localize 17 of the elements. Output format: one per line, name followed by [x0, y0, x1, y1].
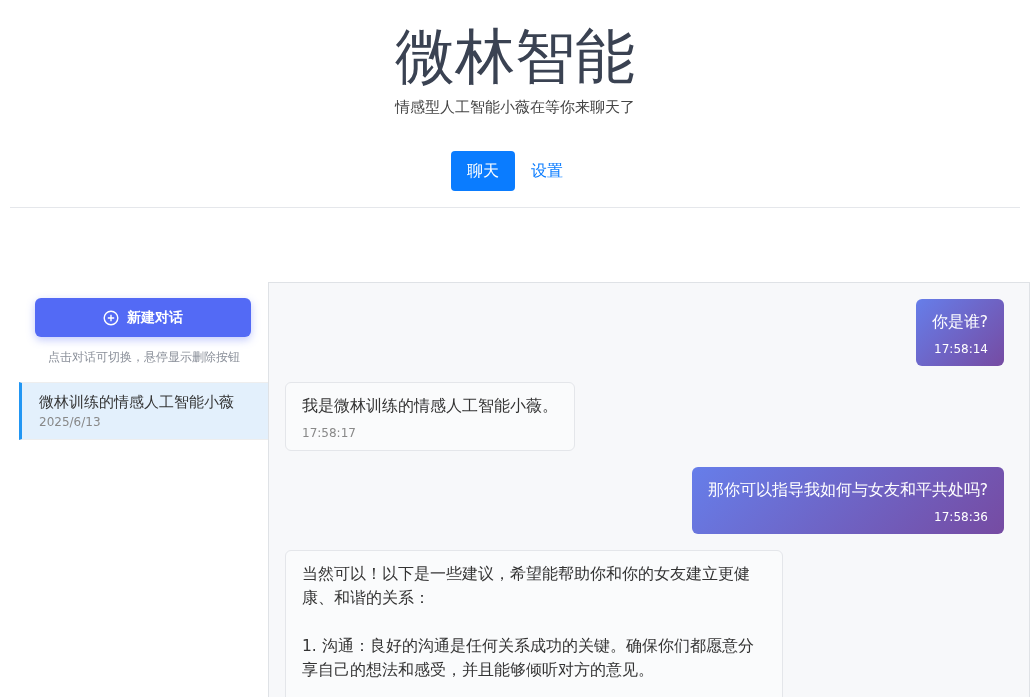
- conversation-title: 微林训练的情感人工智能小薇: [39, 393, 235, 412]
- message-time: 17:58:17: [302, 425, 357, 442]
- new-chat-button[interactable]: 新建对话: [35, 298, 251, 337]
- plus-circle-icon: [103, 309, 119, 326]
- message-text: 我是微林训练的情感人工智能小薇。: [302, 396, 558, 417]
- app-subtitle: 情感型人工智能小薇在等你来聊天了: [393, 98, 636, 117]
- message-text: 你是谁?: [931, 312, 988, 333]
- nav-tab[interactable]: 设置: [515, 151, 579, 191]
- hint-text: 点击对话可切换，悬停显示删除按钮: [46, 349, 241, 366]
- nav-tab[interactable]: 聊天: [451, 151, 515, 191]
- message-time: 17:58:14: [933, 341, 988, 358]
- conversation-date: 2025/6/13: [39, 415, 102, 429]
- app-title: 微林智能: [394, 22, 636, 90]
- message-text: 当然可以！以下是一些建议，希望能帮助你和你的女友建立更健康、和谐的关系： 1. 沟通：良好的沟通是任何关系成功的关键。确保你们都愿意分享自己的想法和感受，并且能够倾听对方的意见。: [302, 564, 755, 681]
- conversation-item[interactable]: 微林训练的情感人工智能小薇 2025/6/13: [19, 382, 268, 440]
- message-text: 那你可以指导我如何与女友和平共处吗?: [707, 480, 988, 501]
- message-time: 17:58:36: [933, 509, 988, 526]
